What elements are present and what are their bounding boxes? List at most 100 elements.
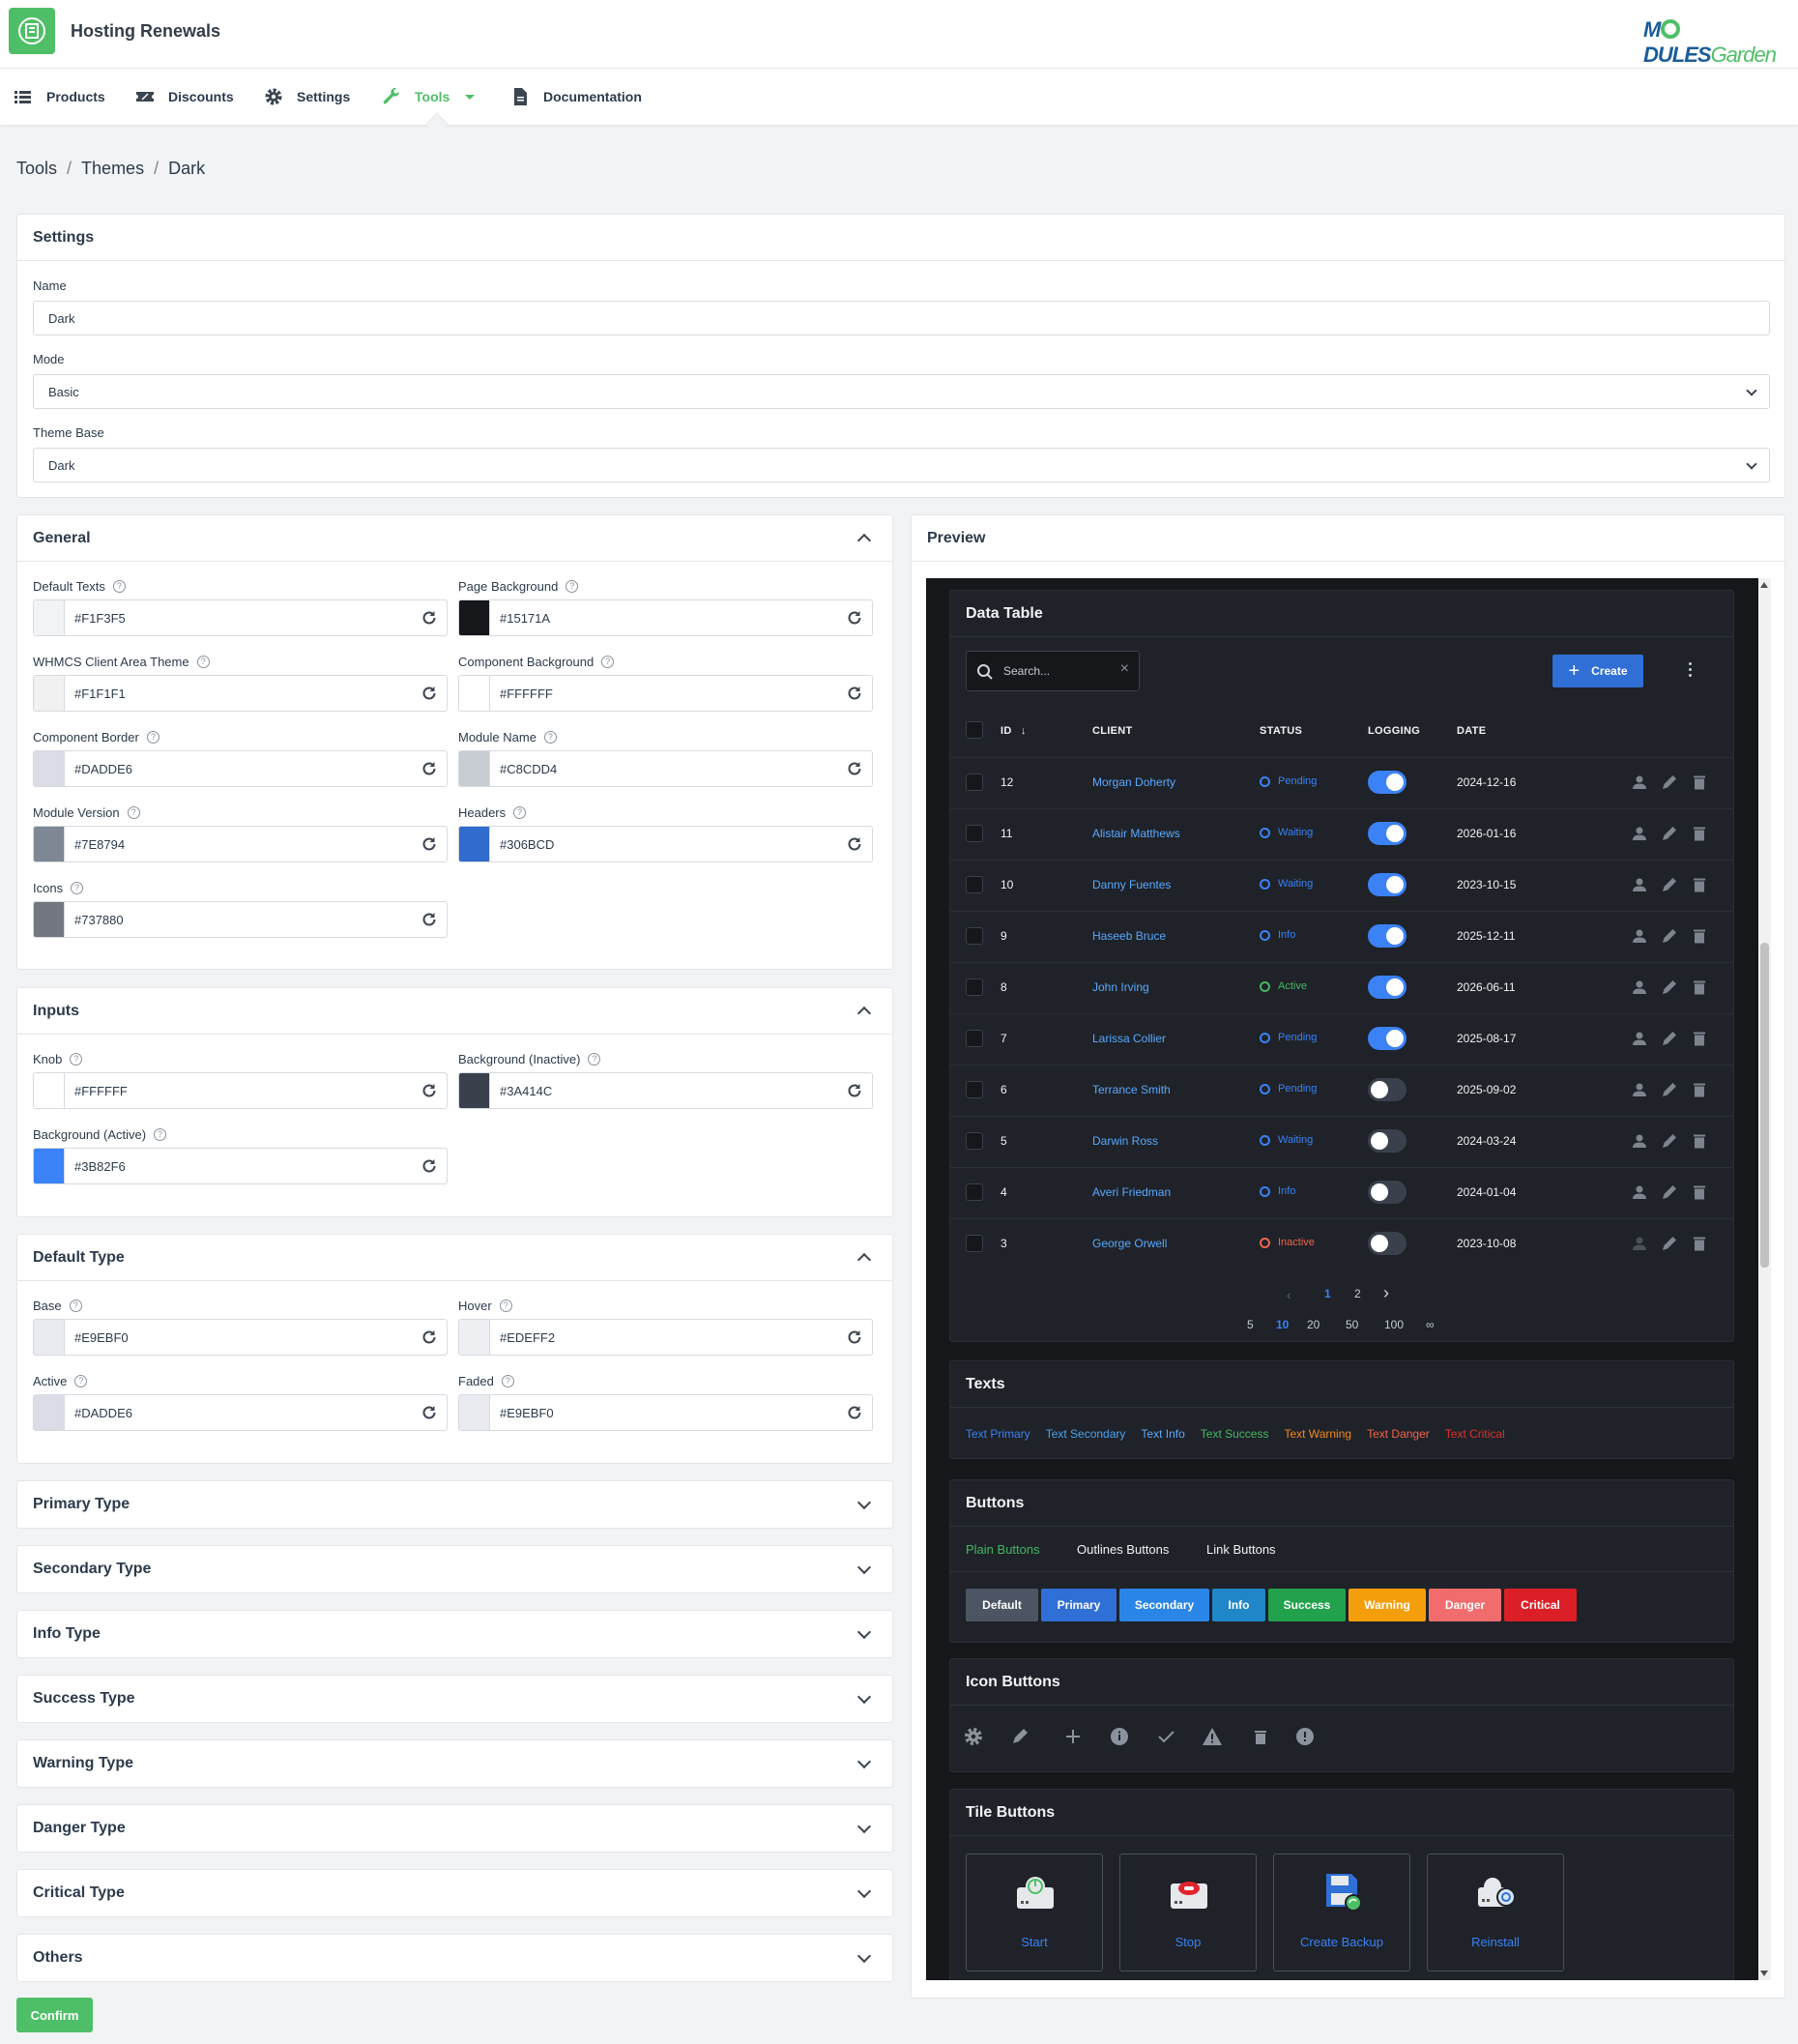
page-size-option[interactable]: 20 [1307, 1318, 1320, 1331]
general-input-2[interactable]: #F1F1F1 [33, 675, 448, 712]
logging-toggle[interactable] [1368, 924, 1406, 948]
tile-start[interactable]: Start [966, 1854, 1103, 1971]
col-date[interactable]: DATE [1457, 725, 1486, 737]
refresh-icon[interactable] [846, 1329, 863, 1346]
user-icon[interactable] [1631, 1132, 1648, 1150]
row-client-link[interactable]: Alistair Matthews [1092, 827, 1180, 840]
trash-icon[interactable] [1691, 1132, 1708, 1150]
default-type-card-header[interactable]: Default Type [17, 1235, 892, 1281]
table-row[interactable] [950, 808, 1733, 860]
help-icon[interactable]: ? [499, 1299, 512, 1312]
nav-tools[interactable]: Tools [382, 69, 476, 125]
help-icon[interactable]: ? [112, 580, 126, 593]
sample-button-success[interactable]: Success [1268, 1589, 1346, 1621]
page-size-option[interactable]: 100 [1384, 1318, 1404, 1331]
collapsed-card-header[interactable]: Info Type [17, 1611, 892, 1657]
table-row[interactable] [950, 860, 1733, 911]
collapsed-card-header[interactable]: Warning Type [17, 1740, 892, 1787]
trash-icon[interactable] [1691, 1081, 1708, 1098]
color-swatch[interactable] [459, 1395, 490, 1430]
col-id[interactable]: ID ↓ [1000, 725, 1027, 737]
tab-link-buttons[interactable]: Link Buttons [1206, 1542, 1276, 1557]
inputs-card-header[interactable]: Inputs [17, 988, 892, 1035]
close-icon[interactable]: × [1120, 660, 1129, 678]
chevron-down-icon[interactable] [856, 1560, 872, 1574]
help-icon[interactable]: ? [146, 731, 160, 744]
color-swatch[interactable] [34, 1395, 65, 1430]
row-checkbox[interactable] [966, 1132, 983, 1150]
general-input-8[interactable]: #737880 [33, 901, 448, 938]
help-icon[interactable]: ? [513, 806, 527, 819]
general-input-5[interactable]: #C8CDD4 [458, 750, 873, 787]
row-checkbox[interactable] [966, 876, 983, 893]
mode-select[interactable]: Basic [33, 374, 1770, 409]
user-icon[interactable] [1631, 1030, 1648, 1047]
nav-products[interactable]: Products [14, 69, 105, 125]
color-swatch[interactable] [459, 751, 490, 786]
collapsed-card-header[interactable]: Others [17, 1935, 892, 1981]
more-vertical-icon[interactable] [1689, 662, 1693, 680]
warning-icon[interactable] [1203, 1728, 1222, 1745]
user-icon[interactable] [1631, 978, 1648, 996]
color-swatch[interactable] [459, 1320, 490, 1355]
sample-button-critical[interactable]: Critical [1504, 1589, 1577, 1621]
col-logging[interactable]: LOGGING [1368, 725, 1420, 737]
page-size-option[interactable]: 10 [1276, 1318, 1289, 1331]
scroll-up-icon[interactable] [1760, 582, 1768, 588]
row-client-link[interactable]: Danny Fuentes [1092, 878, 1171, 891]
help-icon[interactable]: ? [196, 656, 210, 668]
page-size-option[interactable]: 50 [1346, 1318, 1358, 1331]
inputs-input-1[interactable]: #3A414C [458, 1072, 873, 1109]
help-icon[interactable]: ? [588, 1053, 601, 1066]
trash-icon[interactable] [1691, 1030, 1708, 1047]
chevron-down-icon[interactable] [856, 1689, 872, 1704]
nav-documentation[interactable]: Documentation [510, 69, 642, 125]
confirm-button[interactable]: Confirm [16, 1998, 93, 2032]
general-input-7[interactable]: #306BCD [458, 826, 873, 862]
color-swatch[interactable] [34, 827, 65, 861]
color-swatch[interactable] [34, 676, 65, 711]
user-icon[interactable] [1631, 1081, 1648, 1098]
user-icon[interactable] [1631, 1183, 1648, 1201]
chevron-down-icon[interactable] [856, 1495, 872, 1509]
collapsed-card-header[interactable]: Critical Type [17, 1870, 892, 1916]
general-input-3[interactable]: #FFFFFF [458, 675, 873, 712]
chevron-up-icon[interactable] [856, 533, 872, 548]
help-icon[interactable]: ? [74, 1375, 88, 1387]
trash-icon[interactable] [1691, 825, 1708, 842]
create-button[interactable]: + Create [1552, 655, 1643, 687]
color-swatch[interactable] [459, 1073, 490, 1108]
page-size-option[interactable]: ∞ [1426, 1318, 1435, 1331]
preview-scrollbar-thumb[interactable] [1760, 943, 1769, 1268]
chevron-down-icon[interactable] [856, 1624, 872, 1639]
logging-toggle[interactable] [1368, 976, 1406, 999]
pencil-icon[interactable] [1661, 774, 1678, 791]
row-client-link[interactable]: Larissa Collier [1092, 1032, 1166, 1045]
refresh-icon[interactable] [420, 835, 438, 853]
pencil-icon[interactable] [1661, 1183, 1678, 1201]
refresh-icon[interactable] [846, 609, 863, 627]
trash-icon[interactable] [1691, 876, 1708, 893]
user-icon[interactable] [1631, 825, 1648, 842]
help-icon[interactable]: ? [70, 1053, 83, 1066]
color-swatch[interactable] [34, 1073, 65, 1108]
help-icon[interactable]: ? [601, 656, 615, 668]
next-page-icon[interactable]: › [1383, 1283, 1389, 1303]
refresh-icon[interactable] [420, 760, 438, 777]
plus-icon[interactable] [1066, 1730, 1080, 1743]
sample-button-primary[interactable]: Primary [1041, 1589, 1116, 1621]
chevron-up-icon[interactable] [856, 1252, 872, 1268]
default-type-input-3[interactable]: #E9EBF0 [458, 1394, 873, 1431]
row-checkbox[interactable] [966, 1081, 983, 1098]
help-icon[interactable]: ? [71, 882, 84, 894]
user-icon[interactable] [1631, 927, 1648, 945]
trash-icon[interactable] [1691, 774, 1708, 791]
table-row[interactable] [950, 1218, 1733, 1270]
general-input-0[interactable]: #F1F3F5 [33, 599, 448, 636]
row-client-link[interactable]: Haseeb Bruce [1092, 929, 1166, 943]
alert-icon[interactable] [1296, 1728, 1314, 1745]
sample-button-secondary[interactable]: Secondary [1119, 1589, 1209, 1621]
table-row[interactable] [950, 911, 1733, 962]
logging-toggle[interactable] [1368, 1078, 1406, 1101]
user-icon[interactable] [1631, 1235, 1648, 1252]
